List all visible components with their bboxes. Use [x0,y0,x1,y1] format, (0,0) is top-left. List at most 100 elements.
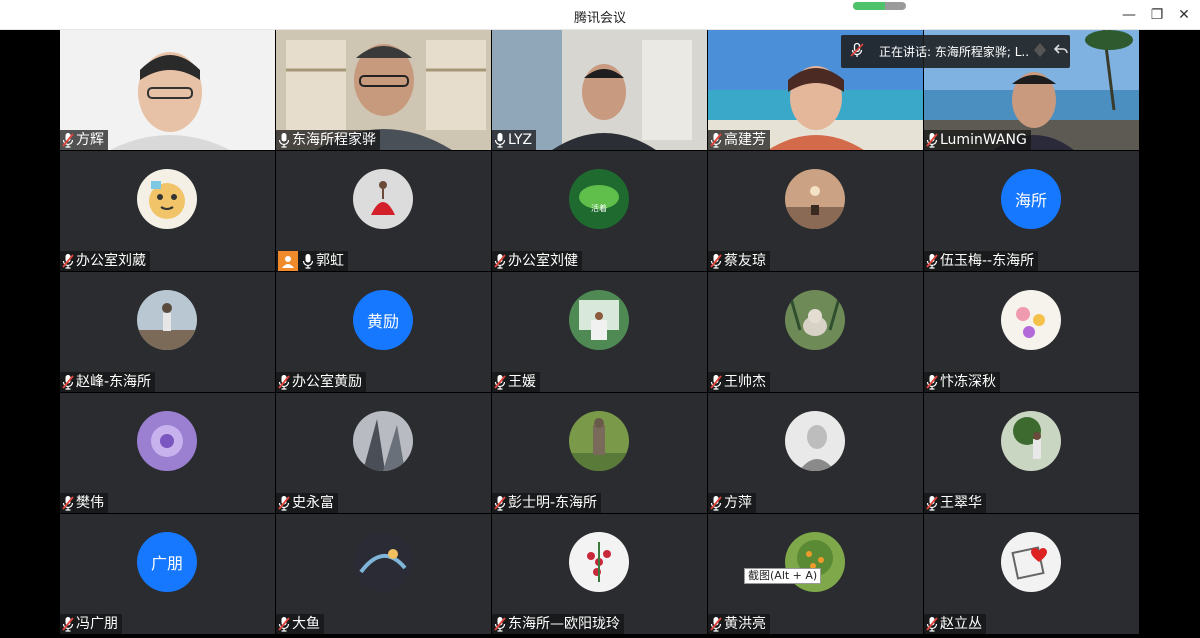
muted-mic-icon [62,374,76,390]
participant-tile[interactable]: 大鱼 [276,514,491,634]
muted-mic-icon [710,616,724,632]
participant-name: 大鱼 [292,616,320,632]
participant-avatar [1001,290,1061,350]
participant-name: 东海所—欧阳珑玲 [508,616,620,632]
participant-name: 赵立丛 [940,616,982,632]
participant-name-label: 高建芳 [708,130,770,150]
network-signal-indicator [853,2,906,10]
participant-tile[interactable]: 彭士明-东海所 [492,393,707,513]
participant-tile[interactable]: 赵立丛 [924,514,1139,634]
participant-tile[interactable]: 活着 办公室刘健 [492,151,707,271]
speaking-banner[interactable]: 正在讲话: 东海所程家骅; L... [841,35,1070,68]
participant-tile[interactable]: 史永富 [276,393,491,513]
diamond-icon[interactable] [1031,41,1049,62]
user-icon [278,251,298,271]
participant-avatar [785,169,845,229]
participant-tile[interactable]: 赵峰-东海所 [60,272,275,392]
participant-avatar [353,411,413,471]
participant-avatar [137,169,197,229]
participant-tile[interactable]: 樊伟 [60,393,275,513]
participant-avatar: 广朋 [137,532,197,592]
participant-name-label: 樊伟 [60,493,108,513]
participant-name-label: 东海所程家骅 [276,130,380,150]
participant-name-label: 郭虹 [276,251,348,271]
participant-name-label: 赵峰-东海所 [60,372,156,392]
muted-mic-icon [710,495,724,511]
participant-tile[interactable]: 王媛 [492,272,707,392]
participant-name-label: 黄洪亮 [708,614,770,634]
participant-avatar [569,532,629,592]
participant-tile[interactable]: 方萍 [708,393,923,513]
muted-mic-icon [62,616,76,632]
participant-name-label: 史永富 [276,493,338,513]
participant-avatar [353,532,413,592]
participant-name-label: 赵立丛 [924,614,986,634]
mic-icon [302,253,316,269]
participant-tile[interactable]: 东海所程家骅 [276,30,491,150]
participant-name-label: 方辉 [60,130,108,150]
svg-text:活着: 活着 [591,203,607,213]
participant-tile[interactable]: 郭虹 [276,151,491,271]
participant-name-label: 蔡友琼 [708,251,770,271]
participant-name-label: 王翠华 [924,493,986,513]
participant-tile[interactable]: 办公室刘葳 [60,151,275,271]
participant-name-label: 办公室黄励 [276,372,366,392]
close-button[interactable]: ✕ [1171,4,1197,26]
mic-icon [494,132,508,148]
participant-name: 方辉 [76,132,104,148]
participant-avatar [785,290,845,350]
participant-name: 郭虹 [316,253,344,269]
participant-name-label: 大鱼 [276,614,324,634]
participant-name: 办公室黄励 [292,374,362,390]
participant-name: 方萍 [724,495,752,511]
mic-icon [278,132,292,148]
participant-name: 樊伟 [76,495,104,511]
minimize-button[interactable]: — [1116,4,1142,26]
participant-tile[interactable]: 蔡友琼 [708,151,923,271]
participant-name-label: LYZ [492,130,537,150]
participant-avatar [1001,411,1061,471]
participant-avatar [785,411,845,471]
muted-mic-icon [62,253,76,269]
participant-name-label: 彭士明-东海所 [492,493,602,513]
participant-name-label: 王帅杰 [708,372,770,392]
participant-name-label: 办公室刘葳 [60,251,150,271]
participant-avatar [569,411,629,471]
muted-mic-icon [926,616,940,632]
participant-name-label: 方萍 [708,493,756,513]
participant-name: LYZ [508,132,533,148]
screenshot-tooltip: 截图(Alt + A) [744,568,822,584]
participant-tile[interactable]: 广朋 冯广朋 [60,514,275,634]
muted-mic-icon [494,495,508,511]
participant-tile[interactable]: 东海所—欧阳珑玲 [492,514,707,634]
participant-tile[interactable]: 黄励办公室黄励 [276,272,491,392]
meeting-stage: 方辉 东海所程家骅 LYZ 高建芳 LuminWANG 办公室刘葳 郭虹 活着 办公室刘健 蔡友琼… [0,30,1200,638]
participant-name-label: 伍玉梅--东海所 [924,251,1039,271]
participant-avatar [137,411,197,471]
participant-grid: 方辉 东海所程家骅 LYZ 高建芳 LuminWANG 办公室刘葳 郭虹 活着 办公室刘健 蔡友琼… [60,30,1140,637]
muted-mic-icon [710,132,724,148]
participant-tile[interactable]: LYZ [492,30,707,150]
muted-mic-icon [926,132,940,148]
muted-mic-icon [926,374,940,390]
participant-name: 王媛 [508,374,536,390]
participant-tile[interactable]: 方辉 [60,30,275,150]
muted-mic-icon [926,495,940,511]
muted-mic-icon [278,616,292,632]
participant-tile[interactable]: 海所 伍玉梅--东海所 [924,151,1139,271]
participant-tile[interactable]: 王帅杰 [708,272,923,392]
participant-name: 办公室刘葳 [76,253,146,269]
participant-tile[interactable]: 忭冻深秋 [924,272,1139,392]
muted-mic-icon [849,42,873,61]
window-titlebar: 腾讯会议 — ❐ ✕ [0,0,1200,30]
participant-tile[interactable]: 王翠华 [924,393,1139,513]
window-title: 腾讯会议 [573,11,626,26]
participant-avatar: 黄励 [353,290,413,350]
participant-avatar [137,290,197,350]
undo-arrow-icon[interactable] [1052,41,1070,62]
participant-name: 忭冻深秋 [940,374,996,390]
muted-mic-icon [494,374,508,390]
restore-button[interactable]: ❐ [1144,4,1170,26]
participant-avatar [353,169,413,229]
participant-name: 伍玉梅--东海所 [940,253,1035,269]
